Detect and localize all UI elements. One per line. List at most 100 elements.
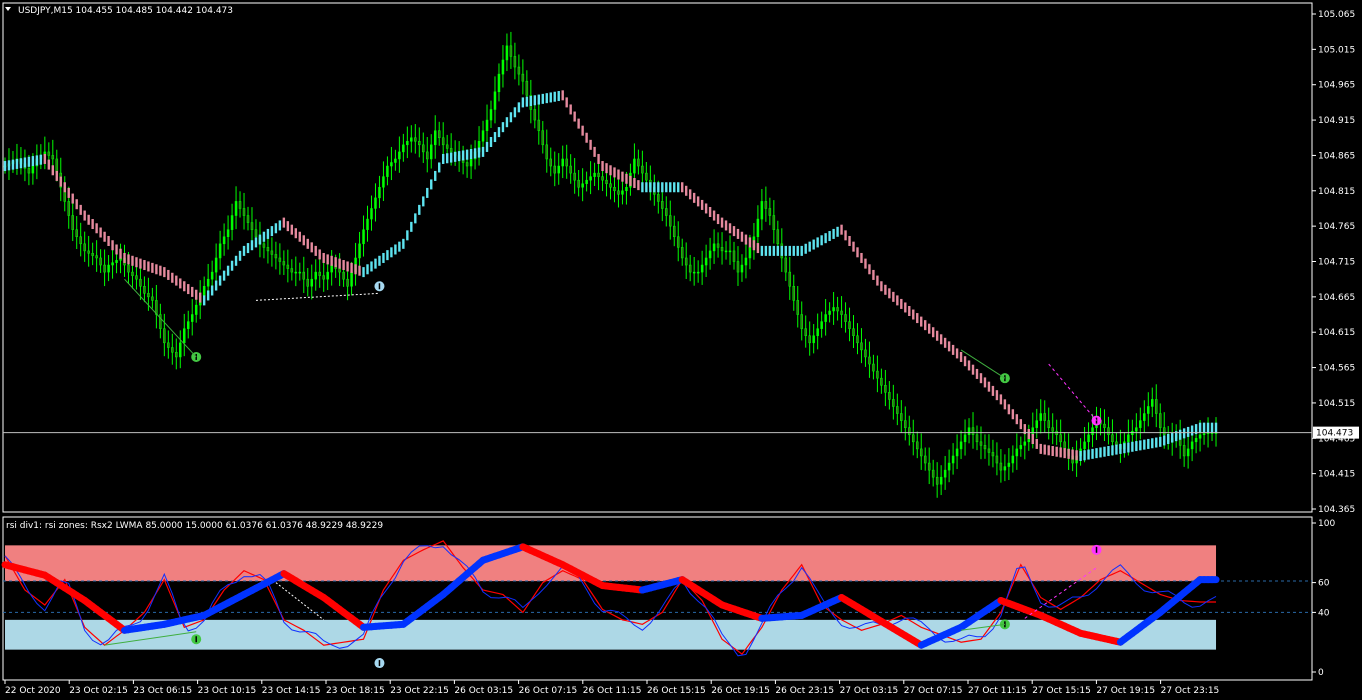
ma-point [406,230,409,241]
ma-point [469,149,473,160]
candle-body [665,208,668,216]
time-axis-label: 27 Oct 07:15 [904,686,963,696]
candle-body [808,335,811,344]
overbought-zone [5,545,1217,582]
ma-point [445,153,449,164]
ma-point [1182,428,1186,439]
ma-point [55,170,58,181]
ma-point [1202,422,1206,433]
ma-point [274,223,278,234]
ma-point [1167,433,1170,444]
ma-point [916,313,919,324]
candle-body [374,197,377,209]
ma-point [143,260,146,271]
ma-point [784,245,787,256]
candle-body [294,271,298,274]
candle-body [95,255,98,259]
ma-point [951,344,955,355]
ma-point [1019,419,1023,430]
price-y-tick-label: 104.665 [1318,293,1355,303]
divergence-line [960,349,1006,379]
candle-body [605,179,608,184]
candle-body [67,201,70,216]
price-y-tick-label: 104.965 [1318,81,1355,91]
ma-point [573,111,576,122]
ma-point [776,245,780,256]
candle-body [724,250,728,253]
candle-body [999,462,1003,471]
ma-point [398,241,401,252]
ma-point [545,93,548,104]
ma-point [505,117,509,128]
ma-point [900,298,903,309]
ma-point [995,390,999,401]
ma-point [1123,443,1126,454]
candle-body [509,45,513,57]
candle-body [222,236,226,245]
time-axis-label: 26 Oct 03:15 [454,686,513,696]
ma-point [927,323,931,334]
ma-point [681,182,684,193]
time-axis-label: 23 Oct 18:15 [326,686,385,696]
ma-point [904,302,907,313]
ma-point [704,203,708,214]
candle-body [326,271,329,280]
time-axis-label: 27 Oct 03:15 [840,686,899,696]
candle-body [919,448,923,457]
candle-body [414,137,417,142]
candle-body [143,286,146,294]
ma-point [1043,444,1046,455]
ma-point [561,90,564,101]
indicator-header: rsi div1: rsi zones: Rsx2 LWMA 85.0000 1… [6,521,383,531]
ma-point [290,224,294,235]
ma-point [673,182,676,193]
candle-body [226,229,230,238]
ma-point [868,264,871,275]
candle-body [748,247,752,259]
ma-point [740,231,744,242]
candle-body [1091,427,1094,435]
ma-point [820,235,823,246]
candle-body [1151,399,1154,407]
candle-body [406,141,409,146]
ma-point [896,295,899,306]
candle-body [533,109,537,121]
moving-average-group [3,90,1218,461]
ma-point [47,159,51,170]
candle-body [844,314,847,322]
ma-point [195,289,198,300]
ma-point [1003,399,1007,410]
ma-point [748,237,752,248]
collapse-triangle-icon[interactable] [5,7,11,11]
candle-body [641,165,644,174]
candle-body [1202,433,1206,436]
candle-body [111,262,114,266]
candle-body [87,250,90,254]
ma-point [1055,446,1058,457]
ma-point [824,233,827,244]
time-axis-label: 23 Oct 14:15 [262,686,321,696]
ma-point [832,228,835,239]
candle-body [151,296,154,301]
candle-body [386,165,389,177]
ma-point [565,97,568,108]
ma-point [183,281,186,292]
ma-point [585,132,588,143]
candle-body [171,347,174,353]
price-y-tick-label: 104.915 [1318,116,1355,126]
candle-body [1043,413,1046,421]
candle-body [422,144,425,153]
candle-body [290,268,294,273]
ma-point [1095,448,1098,459]
ma-point [939,334,943,345]
ma-point [1206,422,1210,433]
candle-body [836,307,839,312]
rsi-y-tick-label: 60 [1318,579,1330,589]
candle-body [1139,420,1142,428]
ma-point [461,150,465,161]
ma-point [330,255,333,266]
ma-point [31,156,35,167]
candle-body [912,434,915,443]
ma-point [222,270,226,281]
candle-body [1051,427,1054,432]
